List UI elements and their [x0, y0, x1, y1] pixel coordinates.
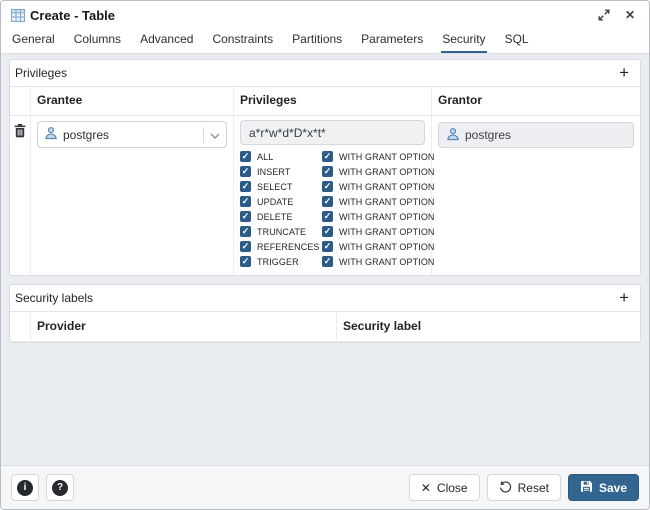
privilege-row: INSERT WITH GRANT OPTION	[240, 166, 425, 177]
privilege-label: DELETE	[254, 212, 322, 222]
with-grant-label: WITH GRANT OPTION	[336, 197, 435, 207]
security-labels-section: Security labels + Provider Security labe…	[9, 284, 641, 343]
close-button-label: Close	[437, 481, 468, 495]
dialog-title: Create - Table	[30, 8, 115, 23]
privilege-checkbox[interactable]	[240, 181, 251, 192]
with-grant-checkbox[interactable]	[322, 211, 333, 222]
privileges-column-header: Privileges	[234, 87, 432, 115]
privilege-checkbox[interactable]	[240, 196, 251, 207]
privilege-label: ALL	[254, 152, 322, 162]
tab-columns[interactable]: Columns	[73, 28, 122, 53]
help-icon: ?	[52, 480, 68, 496]
info-icon: i	[17, 480, 33, 496]
privilege-label: SELECT	[254, 182, 322, 192]
privilege-row: UPDATE WITH GRANT OPTION	[240, 196, 425, 207]
user-icon	[446, 127, 460, 144]
with-grant-checkbox[interactable]	[322, 226, 333, 237]
save-button-label: Save	[599, 481, 627, 495]
with-grant-checkbox[interactable]	[322, 196, 333, 207]
tab-sql[interactable]: SQL	[504, 28, 530, 53]
user-icon	[44, 126, 58, 143]
grantor-column-header: Grantor	[432, 87, 640, 115]
provider-column-header: Provider	[31, 312, 337, 341]
privilege-row: TRIGGER WITH GRANT OPTION	[240, 256, 425, 267]
with-grant-checkbox[interactable]	[322, 256, 333, 267]
tab-general[interactable]: General	[11, 28, 56, 53]
tab-security[interactable]: Security	[441, 28, 486, 53]
reset-icon	[499, 480, 512, 496]
dialog-help-button[interactable]: ?	[46, 474, 74, 501]
tab-constraints[interactable]: Constraints	[211, 28, 274, 53]
with-grant-label: WITH GRANT OPTION	[336, 227, 435, 237]
dialog-tabs: General Columns Advanced Constraints Par…	[1, 29, 649, 54]
security-label-column-header: Security label	[337, 312, 640, 341]
grantor-field: postgres	[438, 122, 634, 148]
privilege-label: REFERENCES	[254, 242, 322, 252]
grantee-cell: postgres	[31, 116, 234, 275]
with-grant-checkbox[interactable]	[322, 181, 333, 192]
privilege-row: REFERENCES WITH GRANT OPTION	[240, 241, 425, 252]
with-grant-label: WITH GRANT OPTION	[336, 257, 435, 267]
privileges-checkbox-list: ALL WITH GRANT OPTION INSERT WITH GRANT …	[240, 151, 425, 267]
security-labels-table-header: Provider Security label	[10, 311, 640, 342]
privilege-row: ALL WITH GRANT OPTION	[240, 151, 425, 162]
with-grant-label: WITH GRANT OPTION	[336, 167, 435, 177]
delete-column-header	[10, 87, 31, 115]
grantee-value: postgres	[63, 128, 109, 142]
privileges-section: Privileges + Grantee Privileges Grantor	[9, 59, 641, 276]
privilege-checkbox[interactable]	[240, 166, 251, 177]
privilege-checkbox[interactable]	[240, 256, 251, 267]
with-grant-label: WITH GRANT OPTION	[336, 152, 435, 162]
security-labels-section-title: Security labels	[15, 291, 93, 305]
save-button[interactable]: Save	[568, 474, 639, 501]
privilege-label: INSERT	[254, 167, 322, 177]
table-icon	[11, 9, 25, 22]
grantee-select[interactable]: postgres	[37, 121, 227, 148]
grantor-cell: postgres	[432, 116, 640, 275]
privilege-label: UPDATE	[254, 197, 322, 207]
privilege-checkbox[interactable]	[240, 241, 251, 252]
delete-row-icon[interactable]	[14, 124, 26, 271]
reset-button-label: Reset	[518, 481, 549, 495]
with-grant-checkbox[interactable]	[322, 151, 333, 162]
privileges-string-input[interactable]	[240, 120, 425, 145]
tab-partitions[interactable]: Partitions	[291, 28, 343, 53]
privilege-checkbox[interactable]	[240, 226, 251, 237]
delete-column-header	[10, 312, 31, 341]
chevron-down-icon[interactable]	[210, 126, 220, 144]
reset-button[interactable]: Reset	[487, 474, 561, 501]
privilege-checkbox[interactable]	[240, 211, 251, 222]
privileges-cell: ALL WITH GRANT OPTION INSERT WITH GRANT …	[234, 116, 432, 275]
grantee-column-header: Grantee	[31, 87, 234, 115]
tab-advanced[interactable]: Advanced	[139, 28, 194, 53]
privilege-table-row: postgres	[10, 116, 640, 275]
dialog-titlebar: Create - Table ✕	[1, 1, 649, 29]
add-privilege-button[interactable]: +	[616, 66, 632, 80]
privilege-row: DELETE WITH GRANT OPTION	[240, 211, 425, 222]
close-button[interactable]: ✕ Close	[409, 474, 480, 501]
privileges-table-header: Grantee Privileges Grantor	[10, 86, 640, 116]
add-security-label-button[interactable]: +	[616, 291, 632, 305]
privilege-row: SELECT WITH GRANT OPTION	[240, 181, 425, 192]
privilege-row: TRUNCATE WITH GRANT OPTION	[240, 226, 425, 237]
save-icon	[580, 480, 593, 496]
close-icon[interactable]: ✕	[621, 6, 639, 24]
grantor-value: postgres	[465, 128, 511, 142]
with-grant-label: WITH GRANT OPTION	[336, 242, 435, 252]
tab-parameters[interactable]: Parameters	[360, 28, 424, 53]
security-tab-panel: Privileges + Grantee Privileges Grantor	[1, 54, 649, 465]
sql-help-button[interactable]: i	[11, 474, 39, 501]
privilege-checkbox[interactable]	[240, 151, 251, 162]
with-grant-label: WITH GRANT OPTION	[336, 182, 435, 192]
maximize-icon[interactable]	[595, 6, 613, 24]
privilege-label: TRIGGER	[254, 257, 322, 267]
dialog-footer: i ? ✕ Close Reset	[1, 465, 649, 509]
close-x-icon: ✕	[421, 481, 431, 495]
create-table-dialog: Create - Table ✕ General Columns Advance…	[0, 0, 650, 510]
privileges-section-title: Privileges	[15, 66, 67, 80]
with-grant-checkbox[interactable]	[322, 166, 333, 177]
with-grant-label: WITH GRANT OPTION	[336, 212, 435, 222]
with-grant-checkbox[interactable]	[322, 241, 333, 252]
privilege-label: TRUNCATE	[254, 227, 322, 237]
